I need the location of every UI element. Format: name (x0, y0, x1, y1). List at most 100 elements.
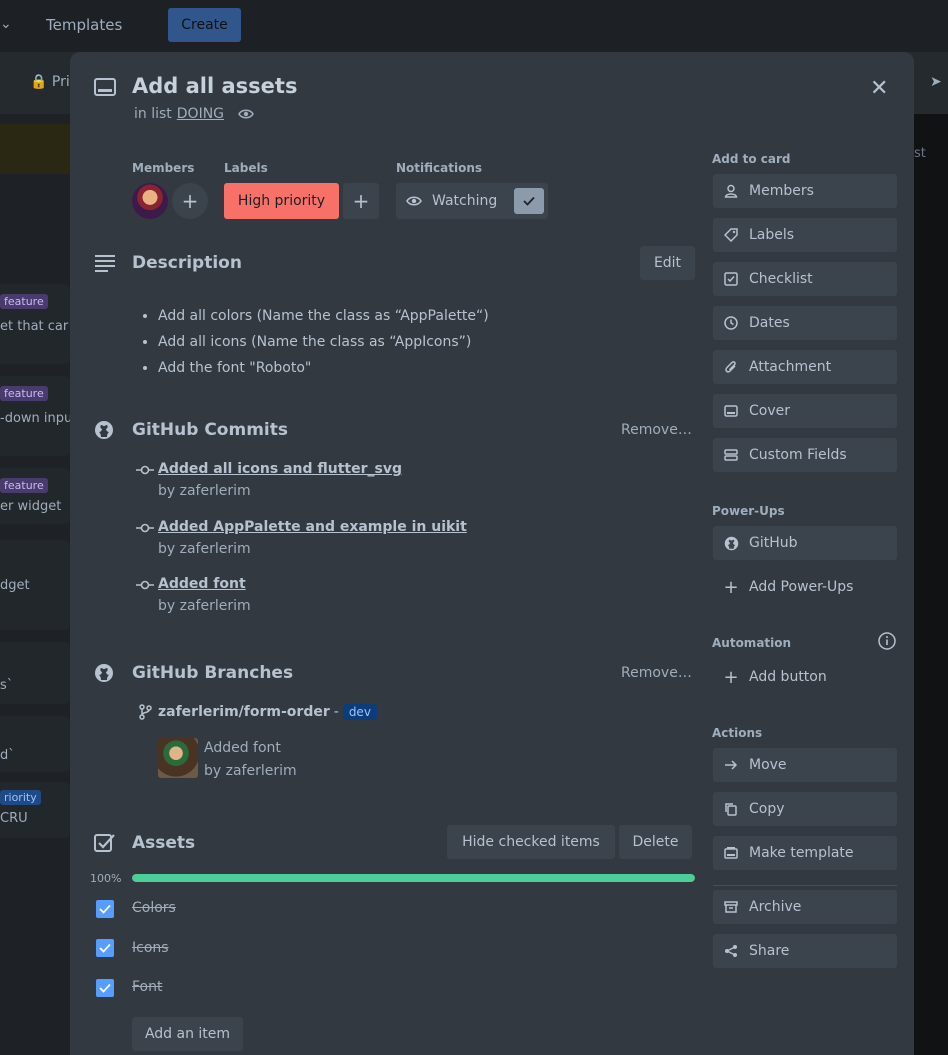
members-heading: Members (132, 161, 195, 175)
sidebar-cover-button[interactable]: Cover (713, 394, 897, 428)
board-visibility[interactable]: 🔒 Pri (30, 74, 70, 90)
card-text: dget (0, 578, 30, 593)
card-title[interactable]: Add all assets (132, 74, 297, 98)
paperclip-icon (723, 359, 739, 375)
remove-commits-link[interactable]: Remove… (621, 422, 692, 438)
sidebar-button-label: Dates (749, 315, 790, 331)
sidebar-button-label: GitHub (749, 535, 798, 551)
github-branches-title: GitHub Branches (132, 663, 294, 683)
move-card-button[interactable]: Move (713, 748, 897, 782)
description-content[interactable]: Add all colors (Name the class as “AppPa… (158, 308, 489, 386)
background-card[interactable]: s` (0, 642, 70, 704)
info-icon[interactable] (878, 632, 896, 650)
sidebar-button-label: Share (749, 943, 790, 959)
sidebar-labels-button[interactable]: Labels (713, 218, 897, 252)
clock-icon (723, 315, 739, 331)
commit-link[interactable]: Added font (158, 576, 246, 592)
arrow-right-icon (723, 757, 739, 773)
description-item: Add all colors (Name the class as “AppPa… (158, 308, 489, 326)
add-member-button[interactable]: + (172, 183, 208, 219)
card-text: CRU (0, 811, 28, 826)
card-detail-modal: Add all assets in list DOING ✕ Members L… (70, 52, 914, 1055)
labels-heading: Labels (224, 161, 268, 175)
base-branch-badge: dev (342, 704, 377, 720)
sidebar-custom-fields-button[interactable]: Custom Fields (713, 438, 897, 472)
copy-icon (723, 801, 739, 817)
github-powerup-button[interactable]: GitHub (713, 526, 897, 560)
member-avatar[interactable] (132, 183, 168, 219)
create-button[interactable]: Create (168, 8, 241, 42)
background-card[interactable]: riority CRU (0, 782, 70, 838)
top-navigation-bar: ⌄ Templates Create (0, 0, 948, 52)
background-card[interactable]: dget (0, 540, 70, 630)
adjacent-list-text: st (914, 146, 926, 161)
add-automation-button[interactable]: + Add button (713, 660, 897, 694)
eye-icon (238, 109, 254, 119)
add-power-ups-button[interactable]: + Add Power-Ups (713, 570, 897, 604)
sidebar-members-button[interactable]: Members (713, 174, 897, 208)
branch-separator: - (333, 704, 339, 720)
branch-link[interactable]: zaferlerim/form-order (158, 704, 330, 720)
checkbox[interactable] (96, 900, 114, 918)
hide-checked-button[interactable]: Hide checked items (447, 825, 615, 859)
checklist-item[interactable]: Icons (132, 940, 169, 956)
close-icon[interactable]: ✕ (870, 76, 888, 101)
sidebar-divider (713, 885, 897, 886)
background-card[interactable]: d` (0, 716, 70, 772)
send-icon[interactable]: ➤ (930, 74, 942, 90)
sidebar-button-label: Copy (749, 801, 785, 817)
chevron-down-icon[interactable]: ⌄ (0, 16, 12, 32)
list-link[interactable]: DOING (177, 106, 224, 122)
checklist-progress-bar (132, 874, 695, 882)
background-card[interactable]: feature -down inpu (0, 376, 70, 456)
plus-icon: + (181, 189, 199, 213)
template-icon (723, 845, 739, 861)
commit-author-avatar (158, 738, 198, 778)
watch-label: Watching (432, 193, 498, 209)
check-icon (99, 983, 111, 993)
power-ups-heading: Power-Ups (712, 504, 785, 518)
card-text: er widget (0, 499, 62, 514)
edit-description-button[interactable]: Edit (640, 246, 695, 280)
check-icon (514, 188, 544, 214)
checklist-title[interactable]: Assets (132, 833, 195, 853)
add-item-button[interactable]: Add an item (132, 1017, 243, 1051)
progress-fill (132, 874, 695, 882)
label-high-priority[interactable]: High priority (224, 183, 339, 219)
in-list-prefix: in list (134, 106, 172, 122)
checklist-item[interactable]: Font (132, 979, 162, 995)
background-card[interactable]: feature et that car (0, 284, 70, 364)
commit-link[interactable]: Added AppPalette and example in uikit (158, 519, 467, 535)
share-card-button[interactable]: Share (713, 934, 897, 968)
sidebar-attachment-button[interactable]: Attachment (713, 350, 897, 384)
card-text: d` (0, 748, 15, 763)
add-label-button[interactable]: + (343, 183, 379, 219)
make-template-button[interactable]: Make template (713, 836, 897, 870)
card-text: s` (0, 678, 14, 693)
adjacent-list: st (914, 114, 948, 1055)
actions-heading: Actions (712, 726, 763, 740)
sidebar-button-label: Cover (749, 403, 790, 419)
commit-author: by zaferlerim (158, 598, 251, 614)
sidebar-dates-button[interactable]: Dates (713, 306, 897, 340)
checkbox[interactable] (96, 939, 114, 957)
sidebar-checklist-button[interactable]: Checklist (713, 262, 897, 296)
archive-card-button[interactable]: Archive (713, 890, 897, 924)
notifications-heading: Notifications (396, 161, 483, 175)
delete-checklist-button[interactable]: Delete (619, 825, 692, 859)
watch-button[interactable]: Watching (396, 183, 548, 219)
sidebar-button-label: Checklist (749, 271, 813, 287)
share-icon (723, 943, 739, 959)
description-title: Description (132, 253, 242, 273)
commit-link[interactable]: Added all icons and flutter_svg (158, 461, 402, 477)
copy-card-button[interactable]: Copy (713, 792, 897, 826)
commit-icon (136, 523, 154, 533)
sidebar-button-label: Custom Fields (749, 447, 847, 463)
description-item: Add the font "Roboto" (158, 360, 489, 378)
checkbox[interactable] (96, 979, 114, 997)
background-card[interactable]: feature er widget (0, 468, 70, 524)
checklist-item[interactable]: Colors (132, 900, 176, 916)
branch-row: zaferlerim/form-order - dev (138, 704, 377, 720)
templates-menu[interactable]: Templates (46, 16, 122, 34)
remove-branches-link[interactable]: Remove… (621, 665, 692, 681)
